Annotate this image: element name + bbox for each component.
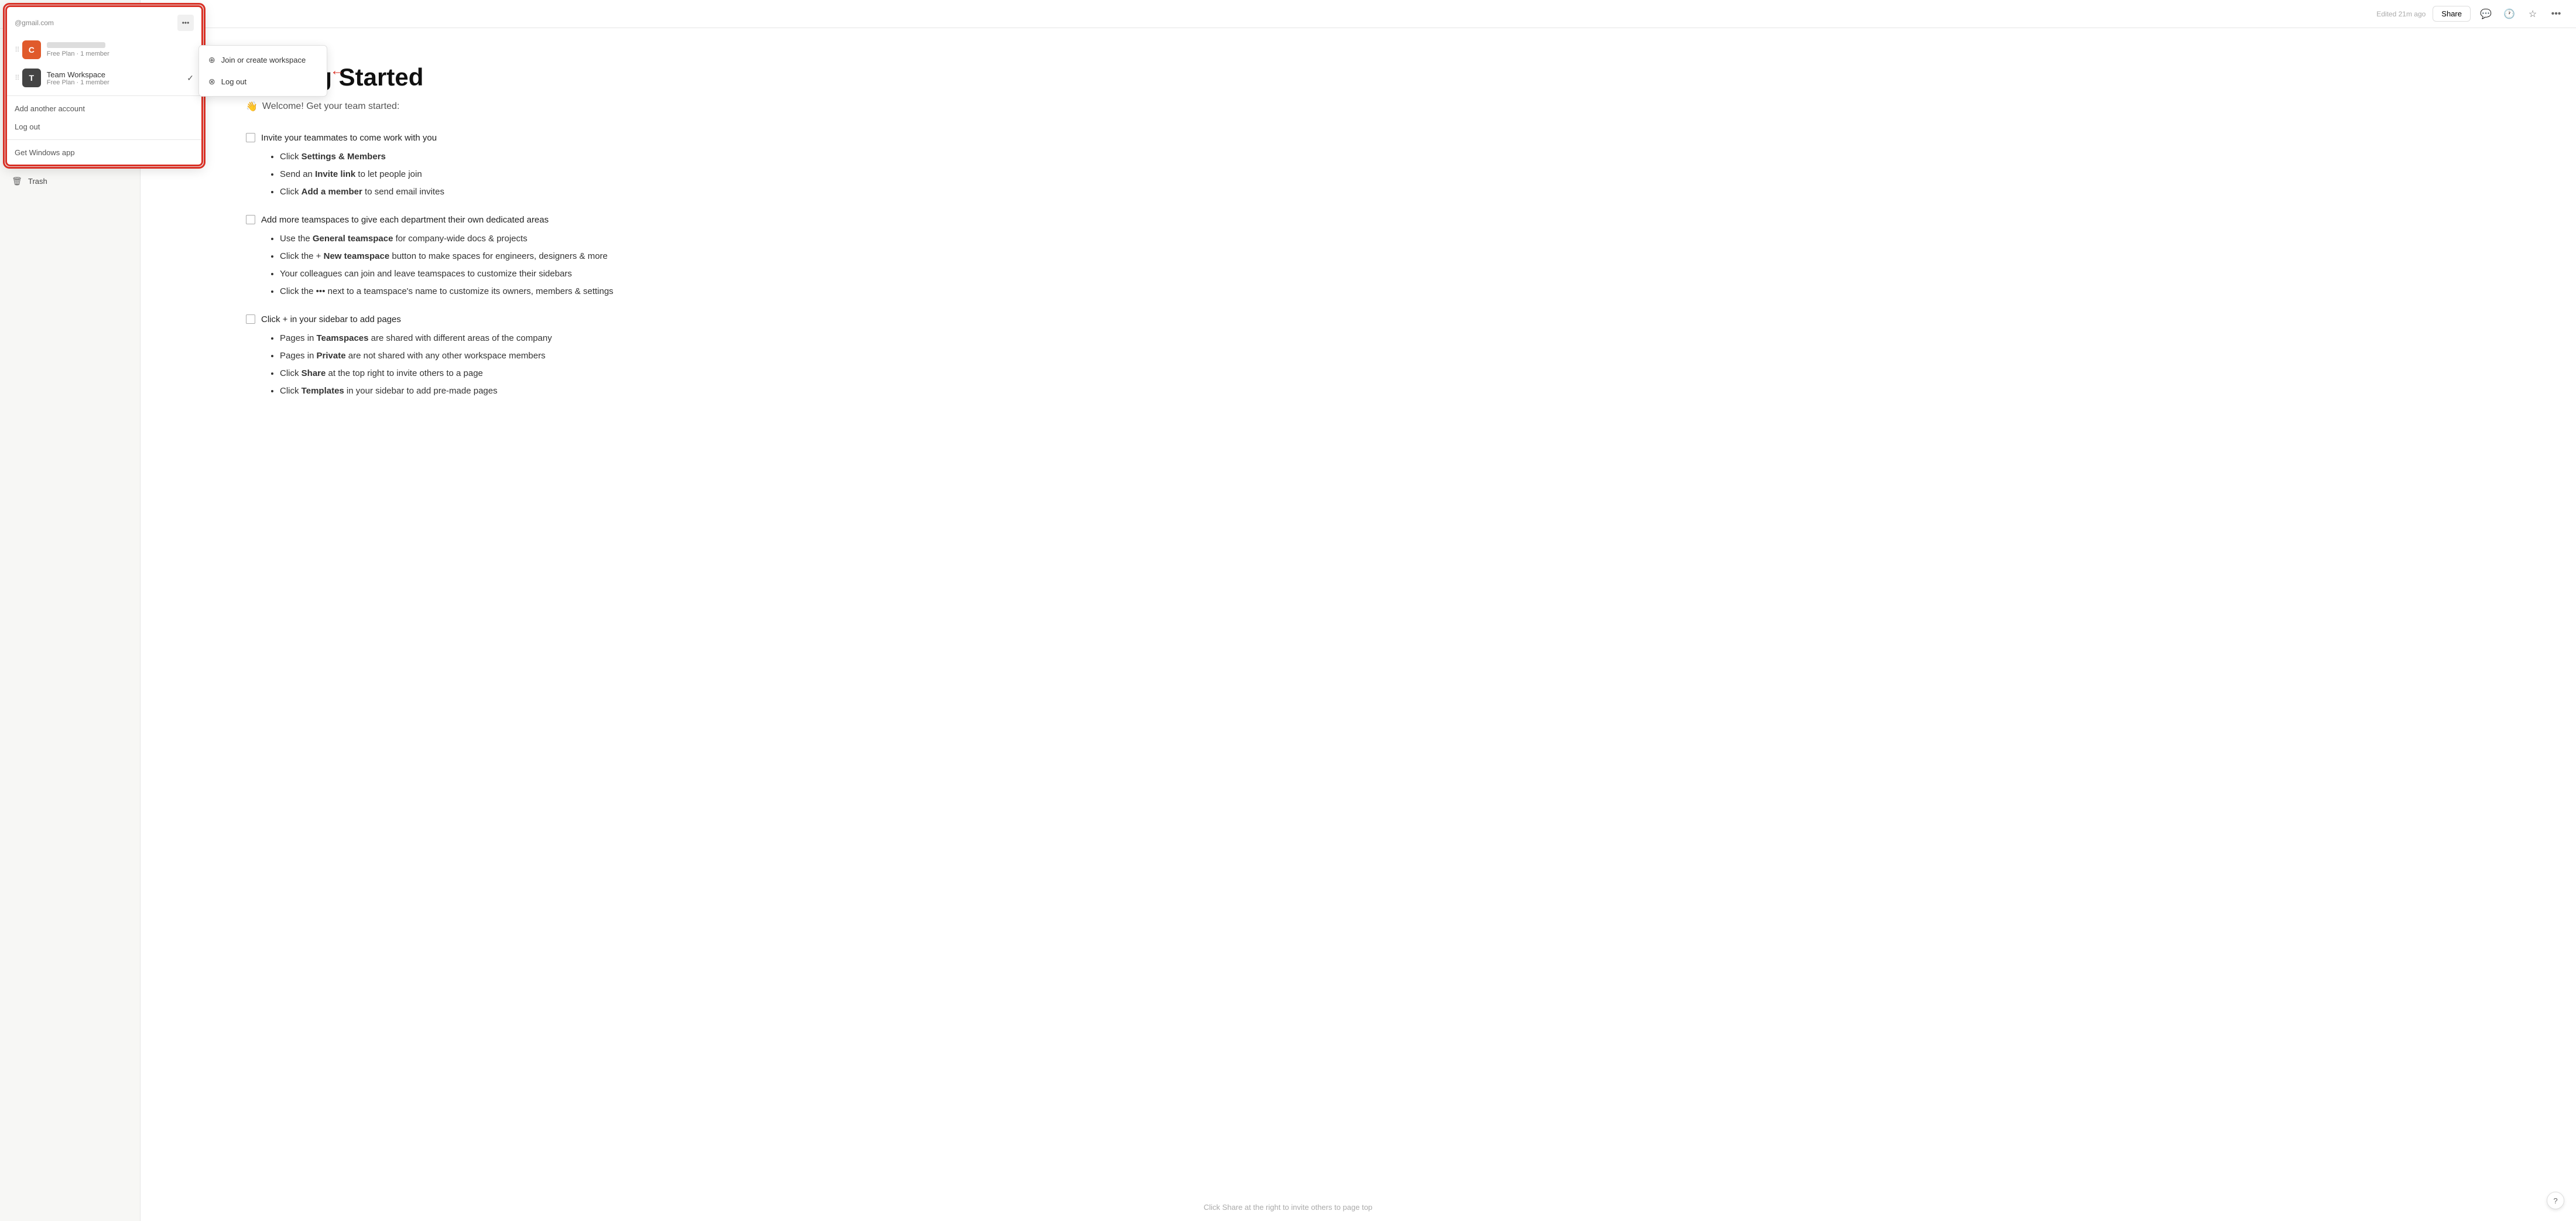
- todo-item-1: Add more teamspaces to give each departm…: [246, 213, 2471, 303]
- sidebar-nav: ▶ 📋 Meetings ▶ 📄 Docs Private + ▶ 📄 Gett…: [0, 29, 140, 1221]
- edited-timestamp: Edited 21m ago: [2376, 10, 2426, 18]
- checkmark-icon: ✓: [187, 73, 194, 83]
- account-plan-1: Free Plan · 1 member: [47, 79, 187, 86]
- popup-divider-2: [5, 139, 203, 140]
- logout-button[interactable]: Log out: [5, 118, 203, 136]
- popup-divider-1: [5, 95, 203, 96]
- drag-handle-icon: ⠿: [15, 46, 20, 54]
- popup-gmail-row: @gmail.com •••: [5, 10, 203, 36]
- checkbox-2[interactable]: [246, 314, 255, 324]
- todo-item-0: Invite your teammates to come work with …: [246, 131, 2471, 204]
- bullet-2-2: Click Share at the top right to invite o…: [280, 367, 552, 381]
- page-subtitle: 👋 Welcome! Get your team started:: [246, 101, 2471, 112]
- dots-icon: •••: [182, 19, 190, 27]
- sidebar-item-label-trash: Trash: [28, 177, 47, 186]
- get-windows-app-button[interactable]: Get Windows app: [5, 143, 203, 162]
- account-avatar-0: C: [22, 40, 41, 59]
- bullet-2-0: Pages in Teamspaces are shared with diff…: [280, 331, 552, 346]
- bullet-0-0: Click Settings & Members: [280, 150, 444, 164]
- sub-logout-label: Log out: [221, 77, 246, 86]
- logout-circle-icon: ⊗: [208, 77, 215, 87]
- plus-circle-icon: ⊕: [208, 55, 215, 65]
- account-row-1[interactable]: ⠿ T Team Workspace Free Plan · 1 member …: [5, 64, 203, 92]
- subtitle-emoji: 👋: [246, 101, 258, 112]
- more-options-icon[interactable]: •••: [2548, 6, 2564, 22]
- history-icon[interactable]: 🕐: [2501, 6, 2517, 22]
- account-name-0: [47, 42, 105, 48]
- bullet-list-0: Click Settings & Members Send an Invite …: [280, 150, 444, 199]
- help-button[interactable]: ?: [2547, 1192, 2564, 1209]
- page-content-area: Getting Started 👋 Welcome! Get your team…: [141, 28, 2576, 1221]
- todo-text-1: Add more teamspaces to give each departm…: [261, 213, 614, 227]
- account-name-1: Team Workspace: [47, 70, 187, 79]
- add-account-button[interactable]: Add another account: [5, 100, 203, 118]
- checkbox-1[interactable]: [246, 215, 255, 224]
- topbar-right: Edited 21m ago Share 💬 🕐 ☆ •••: [2376, 6, 2564, 22]
- todo-text-0: Invite your teammates to come work with …: [261, 131, 444, 145]
- subtitle-text: Welcome! Get your team started:: [262, 101, 399, 112]
- bullet-1-0: Use the General teamspace for company-wi…: [280, 232, 614, 246]
- bullet-1-3: Click the ••• next to a teamspace's name…: [280, 285, 614, 299]
- sub-logout-button[interactable]: ⊗ Log out: [199, 71, 327, 93]
- todo-item-2: Click + in your sidebar to add pages Pag…: [246, 313, 2471, 403]
- popup-gmail-text: @gmail.com: [15, 19, 54, 27]
- todo-text-2: Click + in your sidebar to add pages: [261, 313, 552, 327]
- account-info-1: Team Workspace Free Plan · 1 member: [47, 70, 187, 86]
- account-popup: @gmail.com ••• ⠿ C Free Plan · 1 member …: [5, 5, 204, 167]
- bullet-1-1: Click the + New teamspace button to make…: [280, 249, 614, 264]
- share-button[interactable]: Share: [2433, 6, 2471, 22]
- workspace-header[interactable]: T Team Workspace ❮❮ @gmail.com ••• ⠿ C F…: [0, 0, 140, 29]
- drag-handle-icon-1: ⠿: [15, 74, 20, 82]
- sidebar: T Team Workspace ❮❮ @gmail.com ••• ⠿ C F…: [0, 0, 141, 1221]
- star-icon[interactable]: ☆: [2524, 6, 2541, 22]
- arrow-icon: ←: [330, 63, 344, 79]
- page-footer-hint: Click Share at the right to invite other…: [1204, 1203, 1372, 1212]
- bullet-1-2: Your colleagues can join and leave teams…: [280, 267, 614, 281]
- comments-icon[interactable]: 💬: [2478, 6, 2494, 22]
- bullet-2-3: Click Templates in your sidebar to add p…: [280, 384, 552, 398]
- account-avatar-1: T: [22, 69, 41, 87]
- account-plan-0: Free Plan · 1 member: [47, 50, 194, 57]
- bullet-list-2: Pages in Teamspaces are shared with diff…: [280, 331, 552, 398]
- account-info-0: Free Plan · 1 member: [47, 42, 194, 57]
- bullet-list-1: Use the General teamspace for company-wi…: [280, 232, 614, 299]
- sidebar-item-trash[interactable]: 🗑 Trash: [4, 172, 136, 190]
- bullet-0-2: Click Add a member to send email invites: [280, 185, 444, 199]
- trash-icon: 🗑: [11, 175, 23, 187]
- popup-dots-button[interactable]: •••: [177, 15, 194, 31]
- bullet-0-1: Send an Invite link to let people join: [280, 167, 444, 182]
- bullet-2-1: Pages in Private are not shared with any…: [280, 349, 552, 363]
- checkbox-0[interactable]: [246, 133, 255, 142]
- sub-popup: ⊕ Join or create workspace ← ⊗ Log out: [198, 45, 327, 97]
- join-create-workspace-button[interactable]: ⊕ Join or create workspace ←: [199, 49, 327, 71]
- account-row-0[interactable]: ⠿ C Free Plan · 1 member: [5, 36, 203, 64]
- topbar: Getting Started Edited 21m ago Share 💬 🕐…: [141, 0, 2576, 28]
- main-content: Getting Started Edited 21m ago Share 💬 🕐…: [141, 0, 2576, 1221]
- page-title: Getting Started: [246, 63, 2471, 91]
- join-create-label: Join or create workspace: [221, 56, 306, 64]
